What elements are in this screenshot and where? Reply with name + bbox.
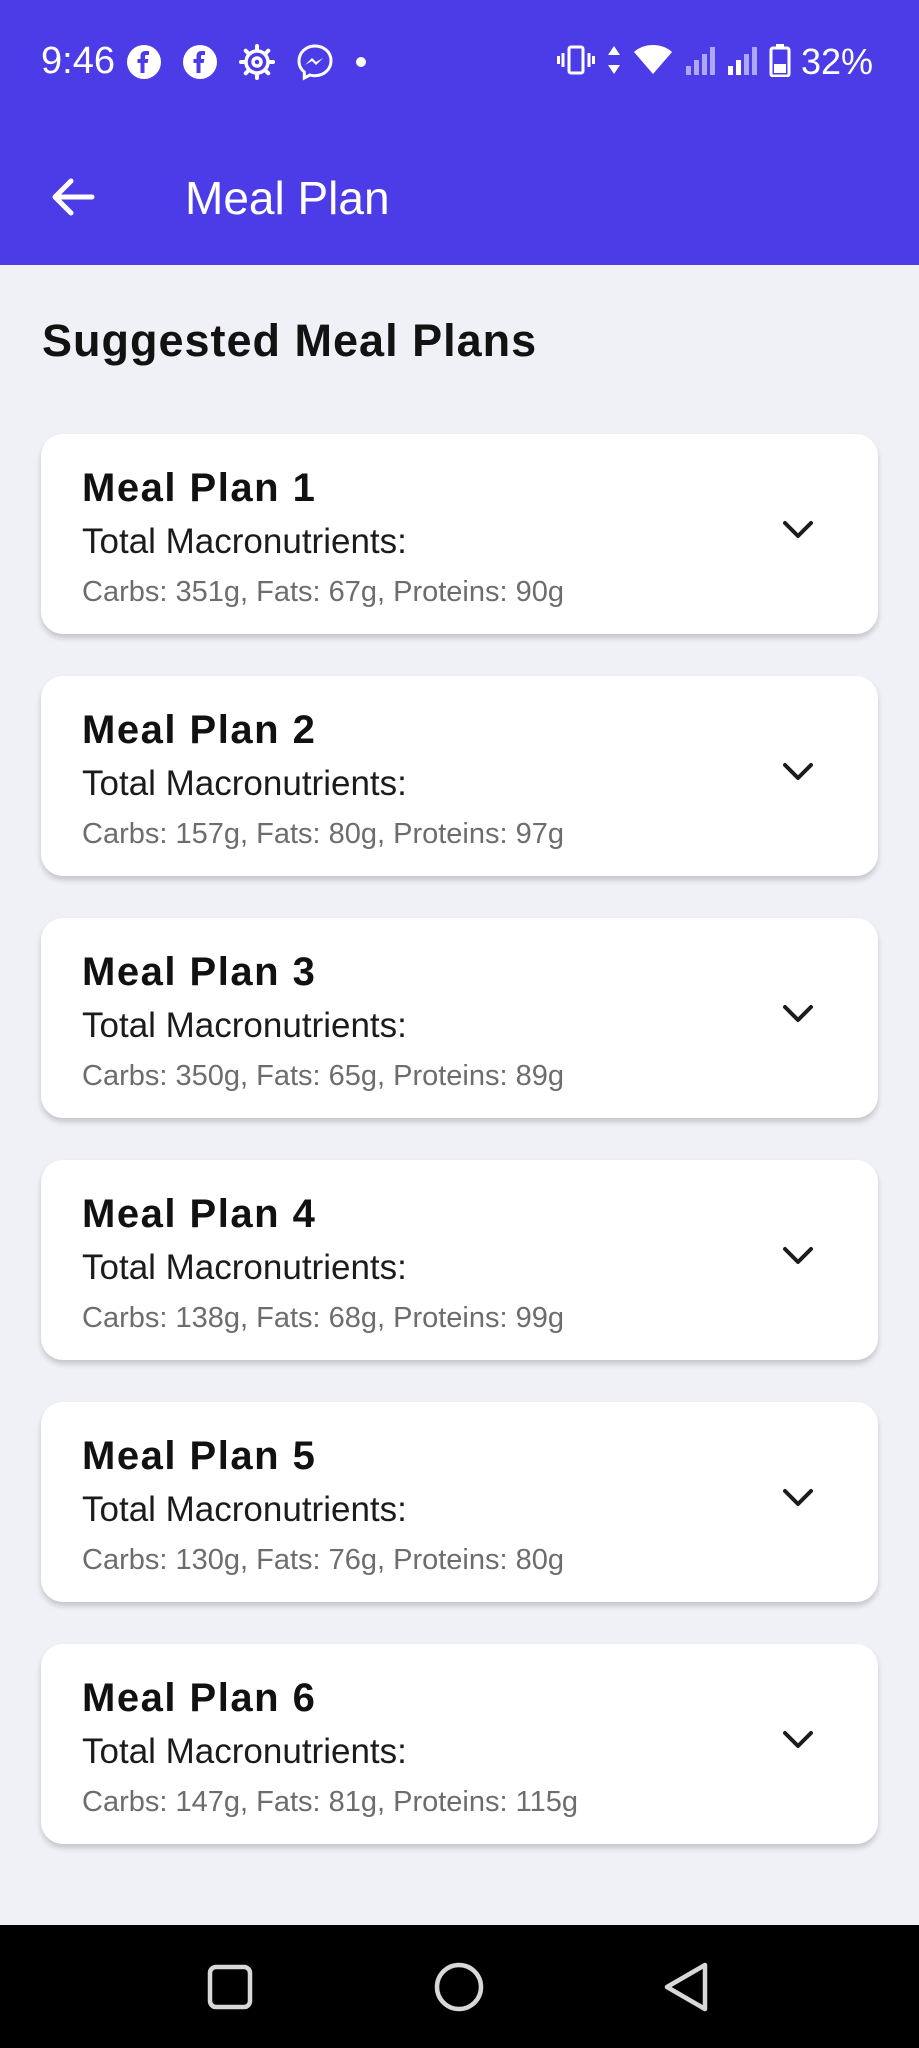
battery-icon xyxy=(769,43,791,82)
wifi-icon xyxy=(633,44,673,81)
meal-plan-macros: Carbs: 130g, Fats: 76g, Proteins: 80g xyxy=(82,1544,564,1576)
meal-plan-subtitle: Total Macronutrients: xyxy=(82,764,407,803)
meal-plan-macros: Carbs: 147g, Fats: 81g, Proteins: 115g xyxy=(82,1786,578,1818)
arrow-left-icon xyxy=(52,178,95,216)
meal-plan-title: Meal Plan 5 xyxy=(82,1434,317,1478)
meal-plan-macros: Carbs: 157g, Fats: 80g, Proteins: 97g xyxy=(82,818,564,850)
home-circle-icon[interactable] xyxy=(427,1955,491,2019)
meal-plan-card-4[interactable]: Meal Plan 4 Total Macronutrients: Carbs:… xyxy=(41,1160,878,1360)
signal-icon xyxy=(727,44,757,81)
chevron-down-icon[interactable] xyxy=(778,1478,818,1518)
meal-plan-subtitle: Total Macronutrients: xyxy=(82,522,407,561)
chevron-down-icon[interactable] xyxy=(778,1720,818,1760)
chevron-down-icon[interactable] xyxy=(778,994,818,1034)
chevron-down-icon[interactable] xyxy=(778,510,818,550)
section-title: Suggested Meal Plans xyxy=(42,315,538,366)
status-bar: 9:46 32% xyxy=(0,0,919,120)
back-button[interactable] xyxy=(30,155,114,239)
meal-plan-macros: Carbs: 351g, Fats: 67g, Proteins: 90g xyxy=(82,576,564,608)
battery-percent: 32% xyxy=(800,41,873,82)
meal-plan-macros: Carbs: 138g, Fats: 68g, Proteins: 99g xyxy=(82,1302,564,1334)
meal-plan-list: Meal Plan 1 Total Macronutrients: Carbs:… xyxy=(41,434,878,1886)
meal-plan-card-2[interactable]: Meal Plan 2 Total Macronutrients: Carbs:… xyxy=(41,676,878,876)
notification-icons xyxy=(126,43,388,86)
page-title: Meal Plan xyxy=(185,172,390,224)
meal-plan-card-3[interactable]: Meal Plan 3 Total Macronutrients: Carbs:… xyxy=(41,918,878,1118)
system-status-icons: 32% xyxy=(545,40,873,84)
chevron-down-icon[interactable] xyxy=(778,1236,818,1276)
app-bar: Meal Plan xyxy=(0,120,919,265)
chevron-down-icon[interactable] xyxy=(778,752,818,792)
recents-square-icon[interactable] xyxy=(198,1955,262,2019)
meal-plan-subtitle: Total Macronutrients: xyxy=(82,1248,407,1287)
meal-plan-title: Meal Plan 3 xyxy=(82,950,317,994)
facebook-icon xyxy=(182,44,218,85)
signal-icon xyxy=(685,44,715,81)
meal-plan-card-1[interactable]: Meal Plan 1 Total Macronutrients: Carbs:… xyxy=(41,434,878,634)
settings-gear-icon xyxy=(238,43,276,86)
meal-plan-macros: Carbs: 350g, Fats: 65g, Proteins: 89g xyxy=(82,1060,564,1092)
meal-plan-subtitle: Total Macronutrients: xyxy=(82,1006,407,1045)
data-arrows-icon xyxy=(607,44,621,81)
status-time: 9:46 xyxy=(41,40,115,82)
meal-plan-card-6[interactable]: Meal Plan 6 Total Macronutrients: Carbs:… xyxy=(41,1644,878,1844)
meal-plan-subtitle: Total Macronutrients: xyxy=(82,1732,407,1771)
meal-plan-title: Meal Plan 1 xyxy=(82,466,317,510)
dot-icon xyxy=(354,55,368,74)
system-nav-bar xyxy=(0,1925,919,2048)
back-triangle-icon[interactable] xyxy=(655,1955,719,2019)
meal-plan-title: Meal Plan 6 xyxy=(82,1676,317,1720)
meal-plan-card-5[interactable]: Meal Plan 5 Total Macronutrients: Carbs:… xyxy=(41,1402,878,1602)
meal-plan-subtitle: Total Macronutrients: xyxy=(82,1490,407,1529)
facebook-icon xyxy=(126,44,162,85)
meal-plan-title: Meal Plan 4 xyxy=(82,1192,317,1236)
meal-plan-title: Meal Plan 2 xyxy=(82,708,317,752)
vibrate-icon xyxy=(556,44,595,81)
messenger-icon xyxy=(296,43,334,86)
